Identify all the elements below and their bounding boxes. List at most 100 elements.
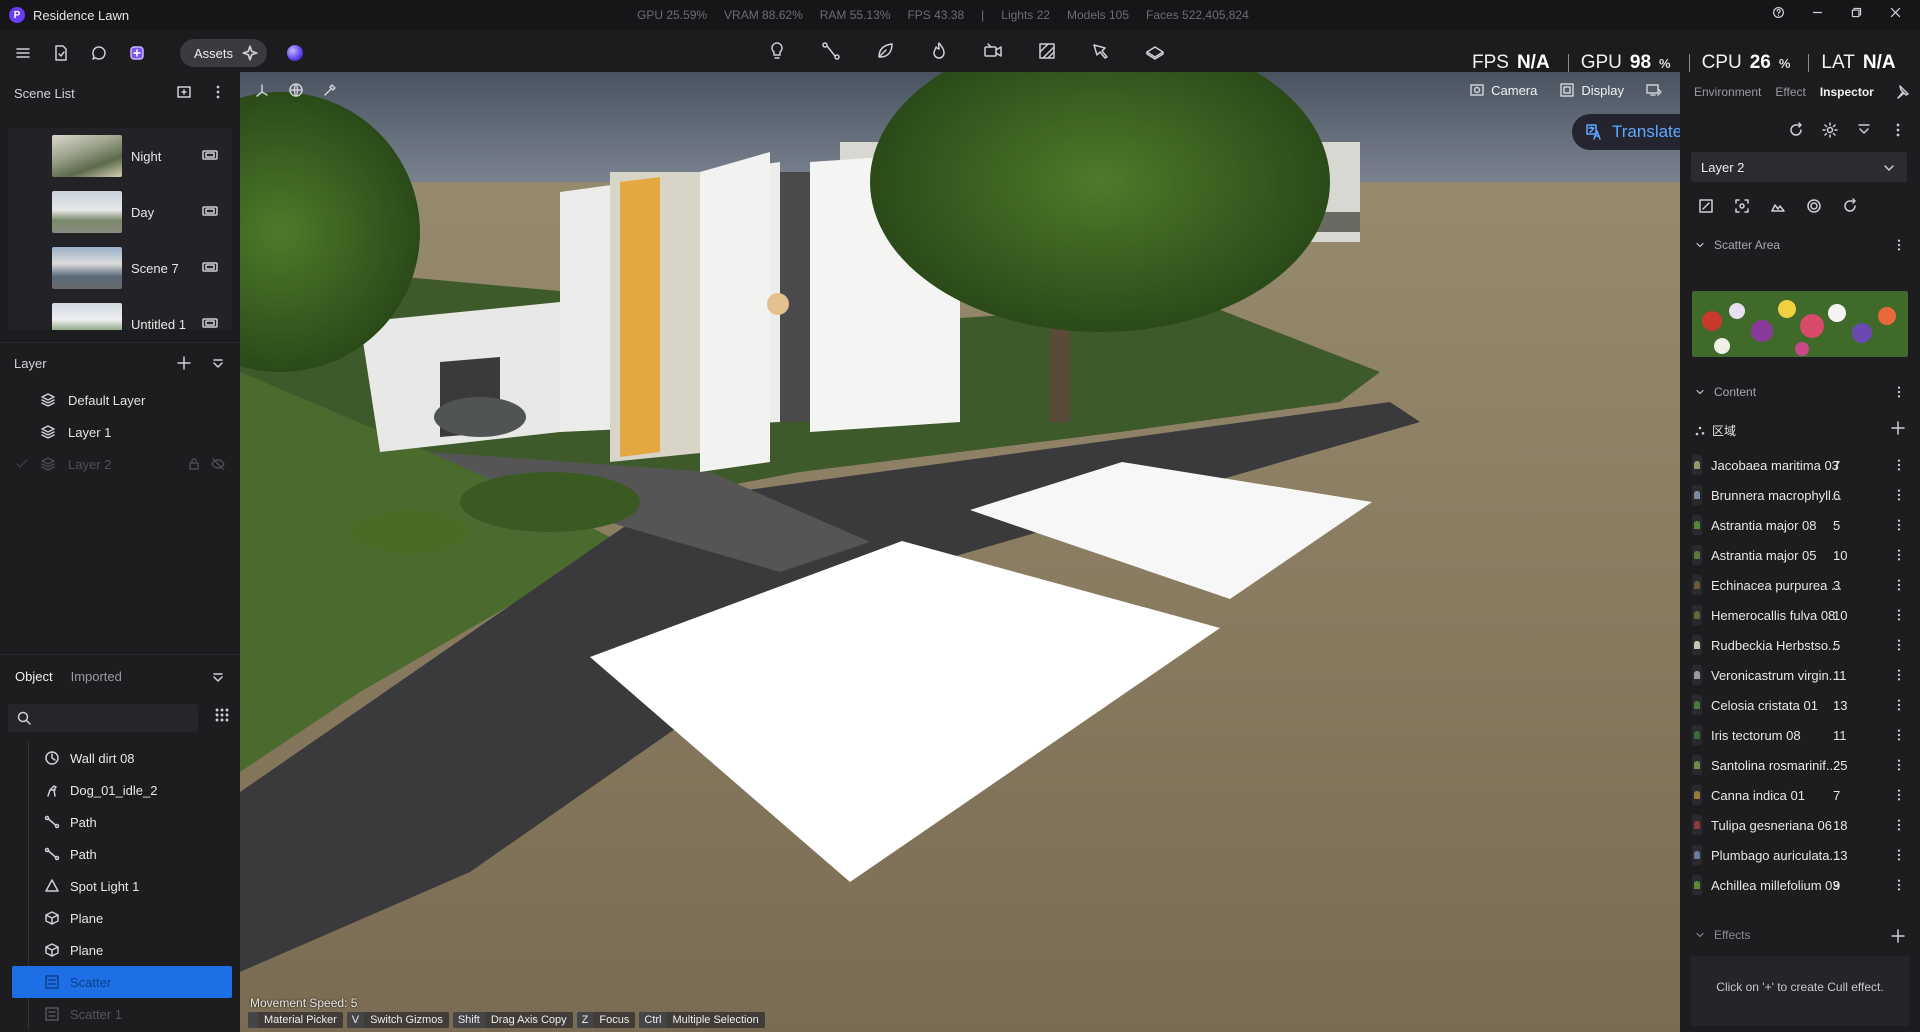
path-tool-icon[interactable] [821,41,841,61]
more-icon[interactable] [1892,458,1906,472]
more-icon[interactable] [1892,848,1906,862]
material-icon[interactable] [1037,41,1057,61]
rotate-icon[interactable] [1842,198,1858,214]
transform-gizmo-icon[interactable] [254,82,270,98]
refresh-icon[interactable] [1788,122,1804,138]
object-item[interactable]: Plane [0,902,240,934]
more-icon[interactable] [1892,668,1906,682]
object-item[interactable]: Path [0,838,240,870]
plant-row[interactable]: Veronicastrum virgin... 11 [1680,660,1920,690]
object-item[interactable]: Spot Light 1 [0,870,240,902]
layer-item[interactable]: Layer 1 [0,416,240,448]
eye-hidden-icon[interactable] [210,456,226,472]
plant-row[interactable]: Plumbago auriculata... 13 [1680,840,1920,870]
leaf-icon[interactable] [875,41,895,61]
tab-effect[interactable]: Effect [1775,85,1805,99]
more-icon[interactable] [1892,488,1906,502]
close-icon[interactable] [1889,6,1902,19]
ai-sparkle-icon[interactable] [128,44,146,62]
camera-icon[interactable] [202,260,218,274]
terrain-icon[interactable] [1145,41,1165,61]
more-icon[interactable] [1892,608,1906,622]
add-icon[interactable] [1890,420,1906,436]
object-item[interactable]: Path [0,806,240,838]
target-icon[interactable] [1806,198,1822,214]
menu-icon[interactable] [14,44,32,62]
pin-icon[interactable] [1894,84,1910,100]
plant-row[interactable]: Celosia cristata 01 13 [1680,690,1920,720]
plant-row[interactable]: Iris tectorum 08 11 [1680,720,1920,750]
more-icon[interactable] [1892,878,1906,892]
help-icon[interactable] [1772,6,1785,19]
3d-viewport[interactable]: Camera Display Translate to English Move… [240,72,1680,1032]
display-button[interactable]: Display [1559,82,1624,98]
tab-environment[interactable]: Environment [1694,85,1761,99]
eyedropper-icon[interactable] [322,82,338,98]
scene-item[interactable]: Night [8,128,232,184]
scatter-area-header[interactable]: Scatter Area [1680,230,1920,260]
layer-dropdown[interactable]: Layer 2 [1691,152,1907,182]
scene-item[interactable]: Scene 7 [8,240,232,296]
object-item[interactable]: Dog_01_idle_2 [0,774,240,806]
more-icon[interactable] [1890,122,1906,138]
render-settings-icon[interactable] [1646,82,1662,98]
tab-inspector[interactable]: Inspector [1820,85,1874,99]
camera-icon[interactable] [202,316,218,330]
more-icon[interactable] [1892,758,1906,772]
scene-item[interactable]: Day [8,184,232,240]
add-effect-icon[interactable] [1890,928,1906,944]
grid-view-icon[interactable] [214,707,230,723]
translate-button[interactable]: Translate to English [1572,114,1680,150]
more-icon[interactable] [1892,385,1906,399]
content-header[interactable]: Content [1680,377,1920,407]
settings-icon[interactable] [1822,122,1838,138]
plant-row[interactable]: Hemerocallis fulva 08 10 [1680,600,1920,630]
more-icon[interactable] [1892,578,1906,592]
search-input[interactable] [8,704,198,732]
more-icon[interactable] [1892,548,1906,562]
layer-item[interactable]: Default Layer [0,384,240,416]
plant-row[interactable]: Tulipa gesneriana 06 18 [1680,810,1920,840]
plant-row[interactable]: Jacobaea maritima 03 7 [1680,450,1920,480]
object-item[interactable]: Scatter 1 [0,998,240,1030]
plant-row[interactable]: Brunnera macrophyll... 6 [1680,480,1920,510]
chat-icon[interactable] [90,44,108,62]
area-select-icon[interactable] [1698,198,1714,214]
more-icon[interactable] [1892,238,1906,252]
more-icon[interactable] [1892,638,1906,652]
tab-imported[interactable]: Imported [71,669,122,684]
globe-icon[interactable] [288,82,304,98]
layer-item[interactable]: Layer 2 [0,448,240,480]
camera-button[interactable]: Camera [1469,82,1537,98]
more-icon[interactable] [1892,788,1906,802]
more-icon[interactable] [210,84,226,100]
light-bulb-icon[interactable] [767,41,787,61]
scatter-brush-icon[interactable] [1770,198,1786,214]
object-item[interactable]: Wall dirt 08 [0,742,240,774]
assets-button[interactable]: Assets [180,39,268,67]
collapse-icon[interactable] [210,355,226,371]
object-item[interactable]: Plane [0,934,240,966]
region-row[interactable]: 区域 [1694,422,1736,439]
camera-tool-icon[interactable] [983,41,1003,61]
sparkle-icon[interactable] [241,44,259,62]
plant-row[interactable]: Achillea millefolium 03 9 [1680,870,1920,900]
collapse-icon[interactable] [210,669,226,685]
effects-header[interactable]: Effects [1680,920,1920,950]
tab-object[interactable]: Object [15,669,53,684]
plant-row[interactable]: Astrantia major 05 10 [1680,540,1920,570]
minimize-icon[interactable] [1811,6,1824,19]
plant-row[interactable]: Rudbeckia Herbstso... 5 [1680,630,1920,660]
plant-row[interactable]: Astrantia major 08 5 [1680,510,1920,540]
camera-icon[interactable] [202,148,218,162]
plant-row[interactable]: Echinacea purpurea ... 3 [1680,570,1920,600]
lock-icon[interactable] [186,456,202,472]
focus-icon[interactable] [1734,198,1750,214]
file-icon[interactable] [52,44,70,62]
more-icon[interactable] [1892,818,1906,832]
assistant-orb-icon[interactable] [287,45,304,61]
more-icon[interactable] [1892,518,1906,532]
restore-icon[interactable] [1850,6,1863,19]
more-icon[interactable] [1892,698,1906,712]
scene-item[interactable]: Untitled 1 [8,296,232,330]
